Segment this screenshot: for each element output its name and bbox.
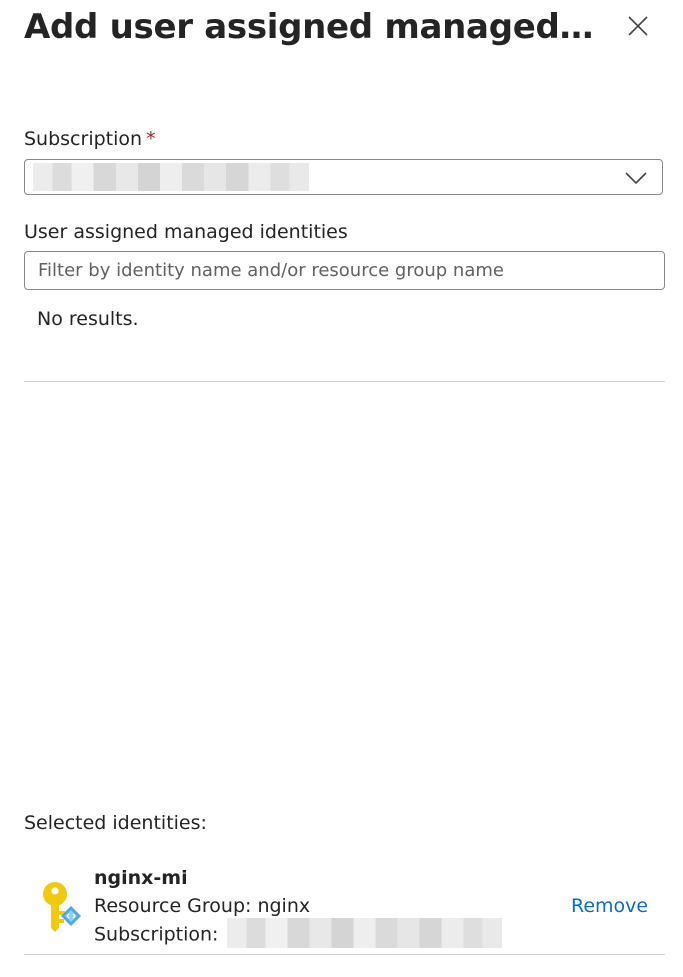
chevron-down-icon (625, 172, 647, 185)
subscription-value-redacted (33, 163, 309, 191)
managed-identity-key-icon (43, 882, 81, 932)
no-results-message: No results. (37, 308, 139, 330)
subscription-dropdown[interactable] (24, 159, 663, 195)
required-marker: * (146, 128, 156, 150)
identities-label: User assigned managed identities (24, 221, 348, 243)
close-button[interactable] (622, 10, 654, 42)
identity-resource-group: Resource Group: nginx (94, 895, 311, 917)
close-icon (628, 16, 648, 36)
panel-title: Add user assigned managed i... (24, 7, 599, 47)
identity-filter-input[interactable] (24, 251, 665, 290)
subscription-label: Subscription * (24, 127, 156, 151)
section-divider (24, 381, 665, 382)
subscription-label-text: Subscription (24, 128, 143, 150)
identity-row-divider (24, 954, 665, 955)
remove-identity-link[interactable]: Remove (571, 894, 648, 918)
selected-identity-item: nginx-mi Resource Group: nginx Subscript… (24, 858, 665, 954)
identity-subscription-label: Subscription: (94, 923, 219, 946)
identity-subscription-redacted (226, 918, 502, 948)
selected-identities-label: Selected identities: (24, 812, 207, 834)
identity-name: nginx-mi (94, 867, 188, 889)
identity-subscription: Subscription: (94, 918, 502, 948)
